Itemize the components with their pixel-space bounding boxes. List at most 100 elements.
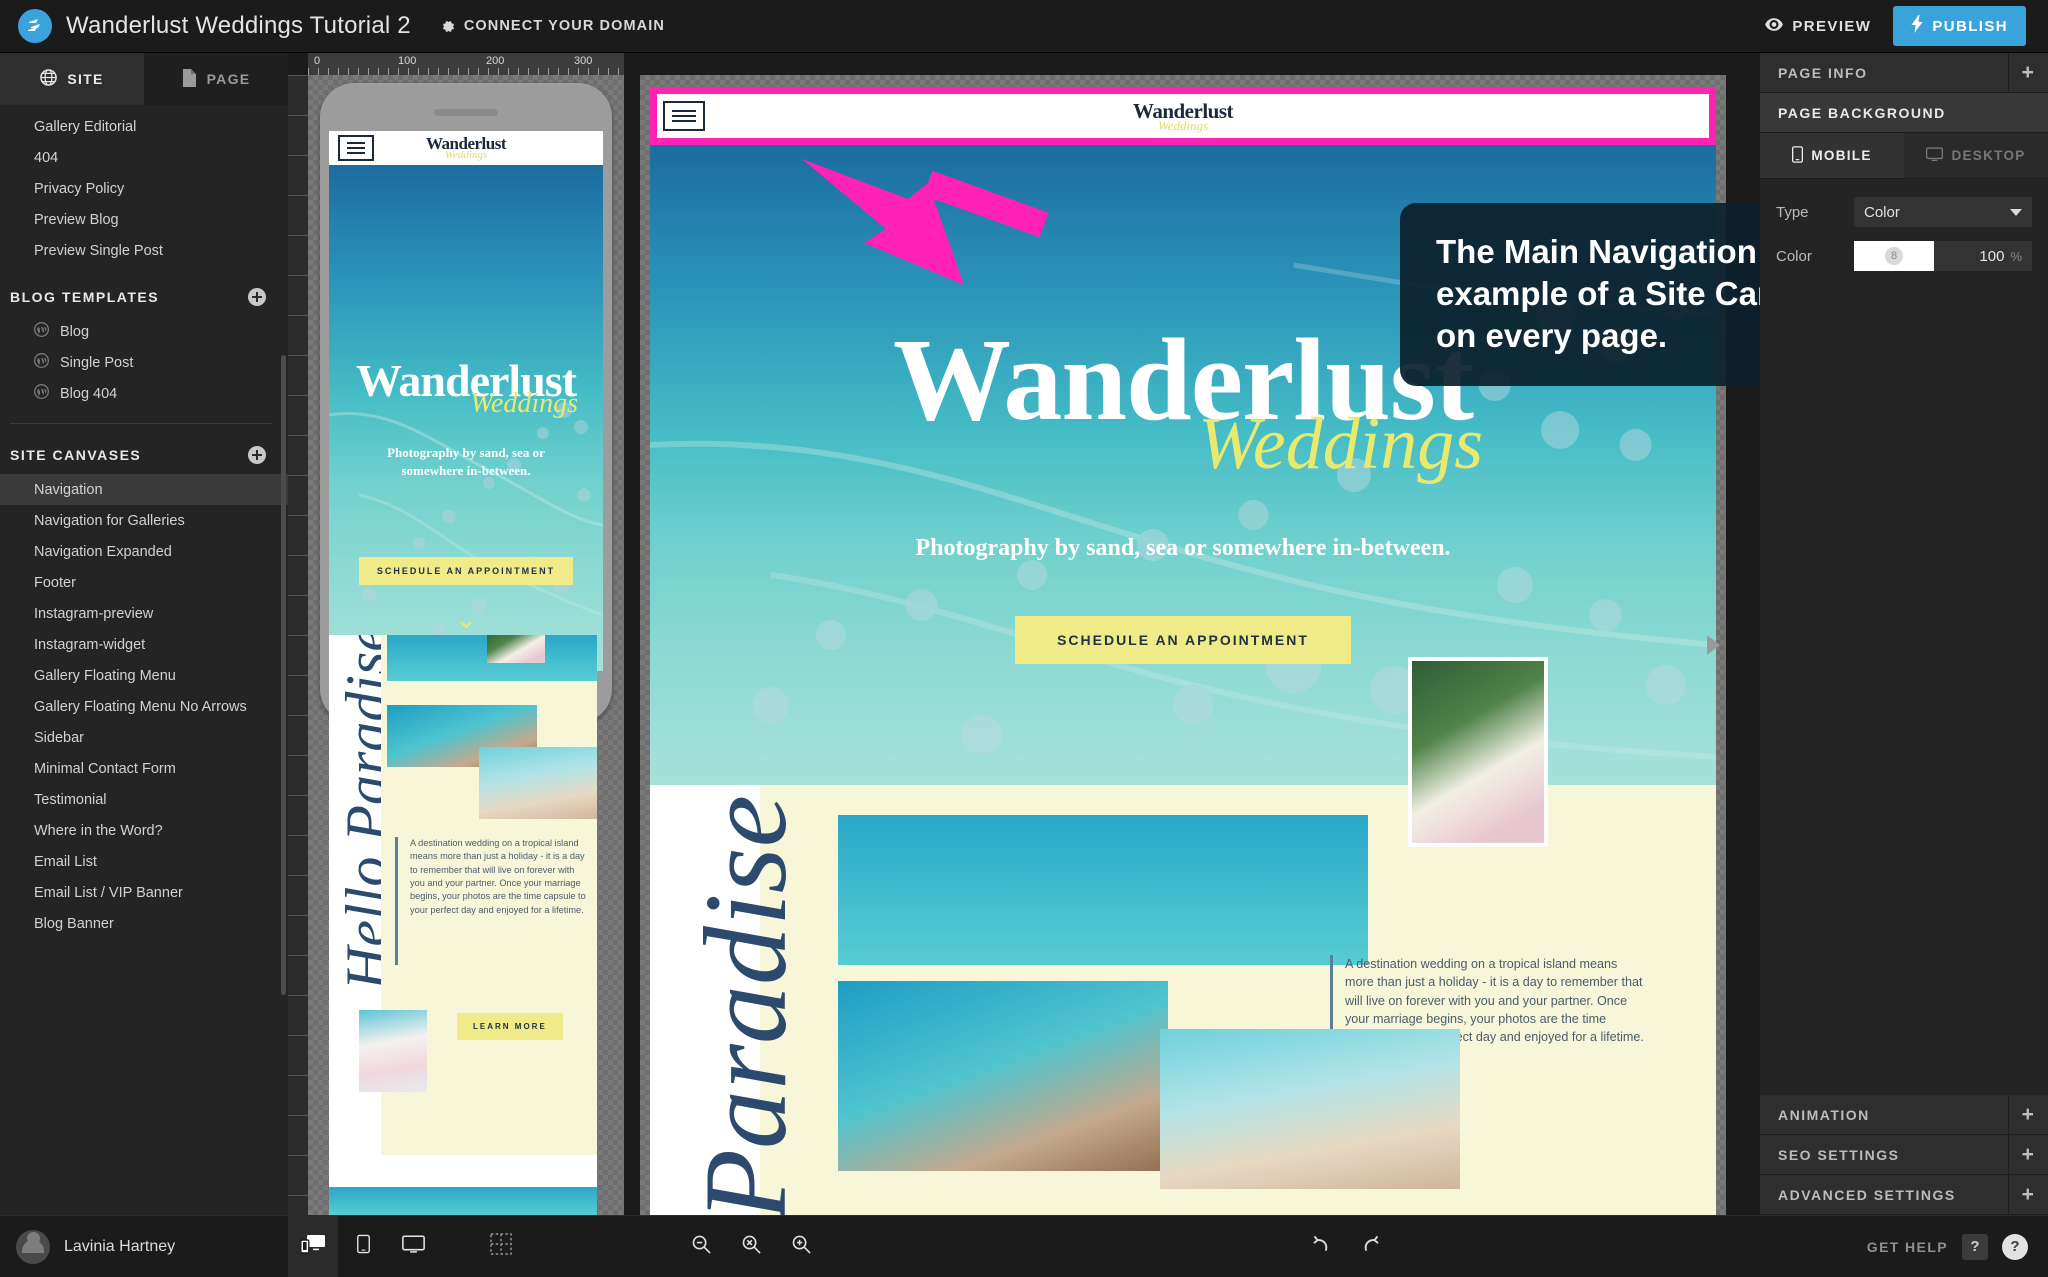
publish-button[interactable]: PUBLISH <box>1893 6 2026 46</box>
section-page-background[interactable]: PAGE BACKGROUND <box>1760 93 2048 133</box>
add-site-canvas-button[interactable] <box>248 446 266 464</box>
sidebar-item-email-list-vip-banner[interactable]: Email List / VIP Banner <box>0 877 288 908</box>
user-avatar-icon <box>16 1229 50 1264</box>
section-animation[interactable]: ANIMATION + <box>1760 1094 2048 1135</box>
hero-subtitle: Photography by sand, sea or somewhere in… <box>387 445 545 478</box>
zoom-in-icon <box>791 1234 812 1260</box>
preview-label: PREVIEW <box>1792 17 1872 35</box>
phone-speaker <box>434 109 498 116</box>
phone-screen[interactable]: Wanderlust Weddings Wanderlust Weddings … <box>329 131 603 671</box>
opacity-input[interactable]: 100 % <box>1934 241 2032 271</box>
top-bar: Wanderlust Weddings Tutorial 2 CONNECT Y… <box>0 0 2048 53</box>
section-blog-templates: BLOG TEMPLATES <box>0 266 288 316</box>
sidebar-item-label: Blog Banner <box>34 915 114 932</box>
redo-arrow-icon <box>1360 1234 1382 1259</box>
hamburger-menu-icon[interactable] <box>338 135 374 161</box>
chevron-down-icon[interactable]: ⌄ <box>455 606 477 632</box>
add-blog-template-button[interactable] <box>248 288 266 306</box>
mobile-view-button[interactable] <box>338 1216 388 1277</box>
plus-icon[interactable]: + <box>2008 1174 2048 1215</box>
blog-templates-list: Blog Single Post Blog 404 <box>0 316 288 409</box>
sidebar-item-preview-blog[interactable]: Preview Blog <box>0 204 288 235</box>
sidebar-item-blog-404[interactable]: Blog 404 <box>0 378 288 409</box>
sidebar-item-gallery-editorial[interactable]: Gallery Editorial <box>0 111 288 142</box>
plus-icon[interactable]: + <box>2008 1094 2048 1135</box>
sidebar-scroll-region[interactable]: Gallery Editorial 404 Privacy Policy Pre… <box>0 105 288 1215</box>
field-type-label: Type <box>1776 203 1809 221</box>
sidebar-item-label: Gallery Editorial <box>34 118 137 135</box>
brand-logo-icon[interactable] <box>18 9 52 43</box>
sidebar-item-blog-banner[interactable]: Blog Banner <box>0 908 288 939</box>
sidebar-item-label: Navigation for Galleries <box>34 512 185 529</box>
sidebar-item-label: Footer <box>34 574 76 591</box>
section-site-canvases: SITE CANVASES <box>0 424 288 474</box>
section-seo-settings[interactable]: SEO SETTINGS + <box>1760 1134 2048 1175</box>
sidebar-item-blog[interactable]: Blog <box>0 316 288 347</box>
undo-button[interactable] <box>1296 1216 1346 1277</box>
section-advanced-settings[interactable]: ADVANCED SETTINGS + <box>1760 1174 2048 1215</box>
zoom-in-button[interactable] <box>776 1216 826 1277</box>
site-canvases-list: Navigation Navigation for Galleries Navi… <box>0 474 288 939</box>
zoom-out-button[interactable] <box>676 1216 726 1277</box>
sidebar-item-sidebar[interactable]: Sidebar <box>0 722 288 753</box>
sidebar-item-footer[interactable]: Footer <box>0 567 288 598</box>
sidebar-item-gallery-floating-menu[interactable]: Gallery Floating Menu <box>0 660 288 691</box>
section-page-info[interactable]: PAGE INFO + <box>1760 52 2048 93</box>
learn-more-button[interactable]: LEARN MORE <box>457 1013 563 1040</box>
schedule-appointment-button[interactable]: SCHEDULE AN APPOINTMENT <box>358 557 574 586</box>
globe-icon <box>40 69 58 89</box>
sidebar-item-privacy-policy[interactable]: Privacy Policy <box>0 173 288 204</box>
desktop-icon <box>1926 146 1944 165</box>
sidebar-item-instagram-preview[interactable]: Instagram-preview <box>0 598 288 629</box>
tab-mobile[interactable]: MOBILE <box>1760 133 1904 178</box>
sidebar-item-navigation-for-galleries[interactable]: Navigation for Galleries <box>0 505 288 536</box>
grid-toggle-button[interactable] <box>476 1216 526 1277</box>
background-type-select[interactable]: Color <box>1854 197 2032 227</box>
sidebar-item-navigation-expanded[interactable]: Navigation Expanded <box>0 536 288 567</box>
tab-page-label: PAGE <box>206 71 251 87</box>
publish-label: PUBLISH <box>1932 17 2008 35</box>
sidebar-item-email-list[interactable]: Email List <box>0 846 288 877</box>
section-site-canvases-label: SITE CANVASES <box>10 447 142 463</box>
plus-icon[interactable]: + <box>2008 52 2048 93</box>
sidebar-item-gallery-floating-menu-no-arrows[interactable]: Gallery Floating Menu No Arrows <box>0 691 288 722</box>
help-docs-icon[interactable]: ? <box>1962 1233 1988 1260</box>
sidebar-item-label: Single Post <box>60 354 134 371</box>
connect-domain-button[interactable]: CONNECT YOUR DOMAIN <box>441 18 665 34</box>
sidebar-item-where-in-the-word[interactable]: Where in the Word? <box>0 815 288 846</box>
schedule-appointment-button[interactable]: SCHEDULE AN APPOINTMENT <box>1015 615 1351 664</box>
sidebar-item-minimal-contact-form[interactable]: Minimal Contact Form <box>0 753 288 784</box>
redo-button[interactable] <box>1346 1216 1396 1277</box>
responsive-view-button[interactable] <box>288 1215 338 1277</box>
color-swatch-button[interactable]: 8 <box>1854 241 1934 271</box>
sidebar-item-testimonial[interactable]: Testimonial <box>0 784 288 815</box>
undo-arrow-icon <box>1310 1234 1332 1259</box>
tab-desktop[interactable]: DESKTOP <box>1904 133 2048 178</box>
zoom-reset-button[interactable] <box>726 1216 776 1277</box>
app-root: Wanderlust Weddings Tutorial 2 CONNECT Y… <box>0 0 2048 1277</box>
sidebar-item-404[interactable]: 404 <box>0 142 288 173</box>
mobile-preview-pane[interactable]: Wanderlust Weddings Wanderlust Weddings … <box>308 75 624 1215</box>
preview-button[interactable]: PREVIEW <box>1765 18 1871 35</box>
ruler-tick: 100 <box>398 55 417 67</box>
tab-page[interactable]: PAGE <box>144 53 288 105</box>
sidebar-scrollbar[interactable] <box>281 355 286 995</box>
field-color-label: Color <box>1776 247 1812 265</box>
help-chat-icon[interactable]: ? <box>2002 1233 2028 1260</box>
hamburger-menu-icon[interactable] <box>663 101 705 131</box>
canvas-area[interactable]: 0 100 200 300 Wanderlust Weddings Wander… <box>288 53 1760 1215</box>
sidebar-item-preview-single-post[interactable]: Preview Single Post <box>0 235 288 266</box>
plus-icon[interactable]: + <box>2008 1134 2048 1175</box>
sidebar-item-single-post[interactable]: Single Post <box>0 347 288 378</box>
sidebar-item-navigation[interactable]: Navigation <box>0 474 288 505</box>
sidebar-item-label: Navigation Expanded <box>34 543 172 560</box>
hello-paradise-script: Hello Paradise <box>680 795 811 1215</box>
sidebar-item-instagram-widget[interactable]: Instagram-widget <box>0 629 288 660</box>
sidebar-item-label: Privacy Policy <box>34 180 125 197</box>
tab-site[interactable]: SITE <box>0 53 144 105</box>
desktop-view-button[interactable] <box>388 1216 438 1277</box>
navigation-canvas-highlight[interactable]: Wanderlust Weddings <box>650 87 1716 145</box>
sidebar-item-label: Navigation <box>34 481 103 498</box>
user-account-bar[interactable]: Lavinia Hartney <box>0 1215 288 1277</box>
mobile-page-lower-section: Hello Paradise A destination wedding on … <box>329 635 597 1215</box>
